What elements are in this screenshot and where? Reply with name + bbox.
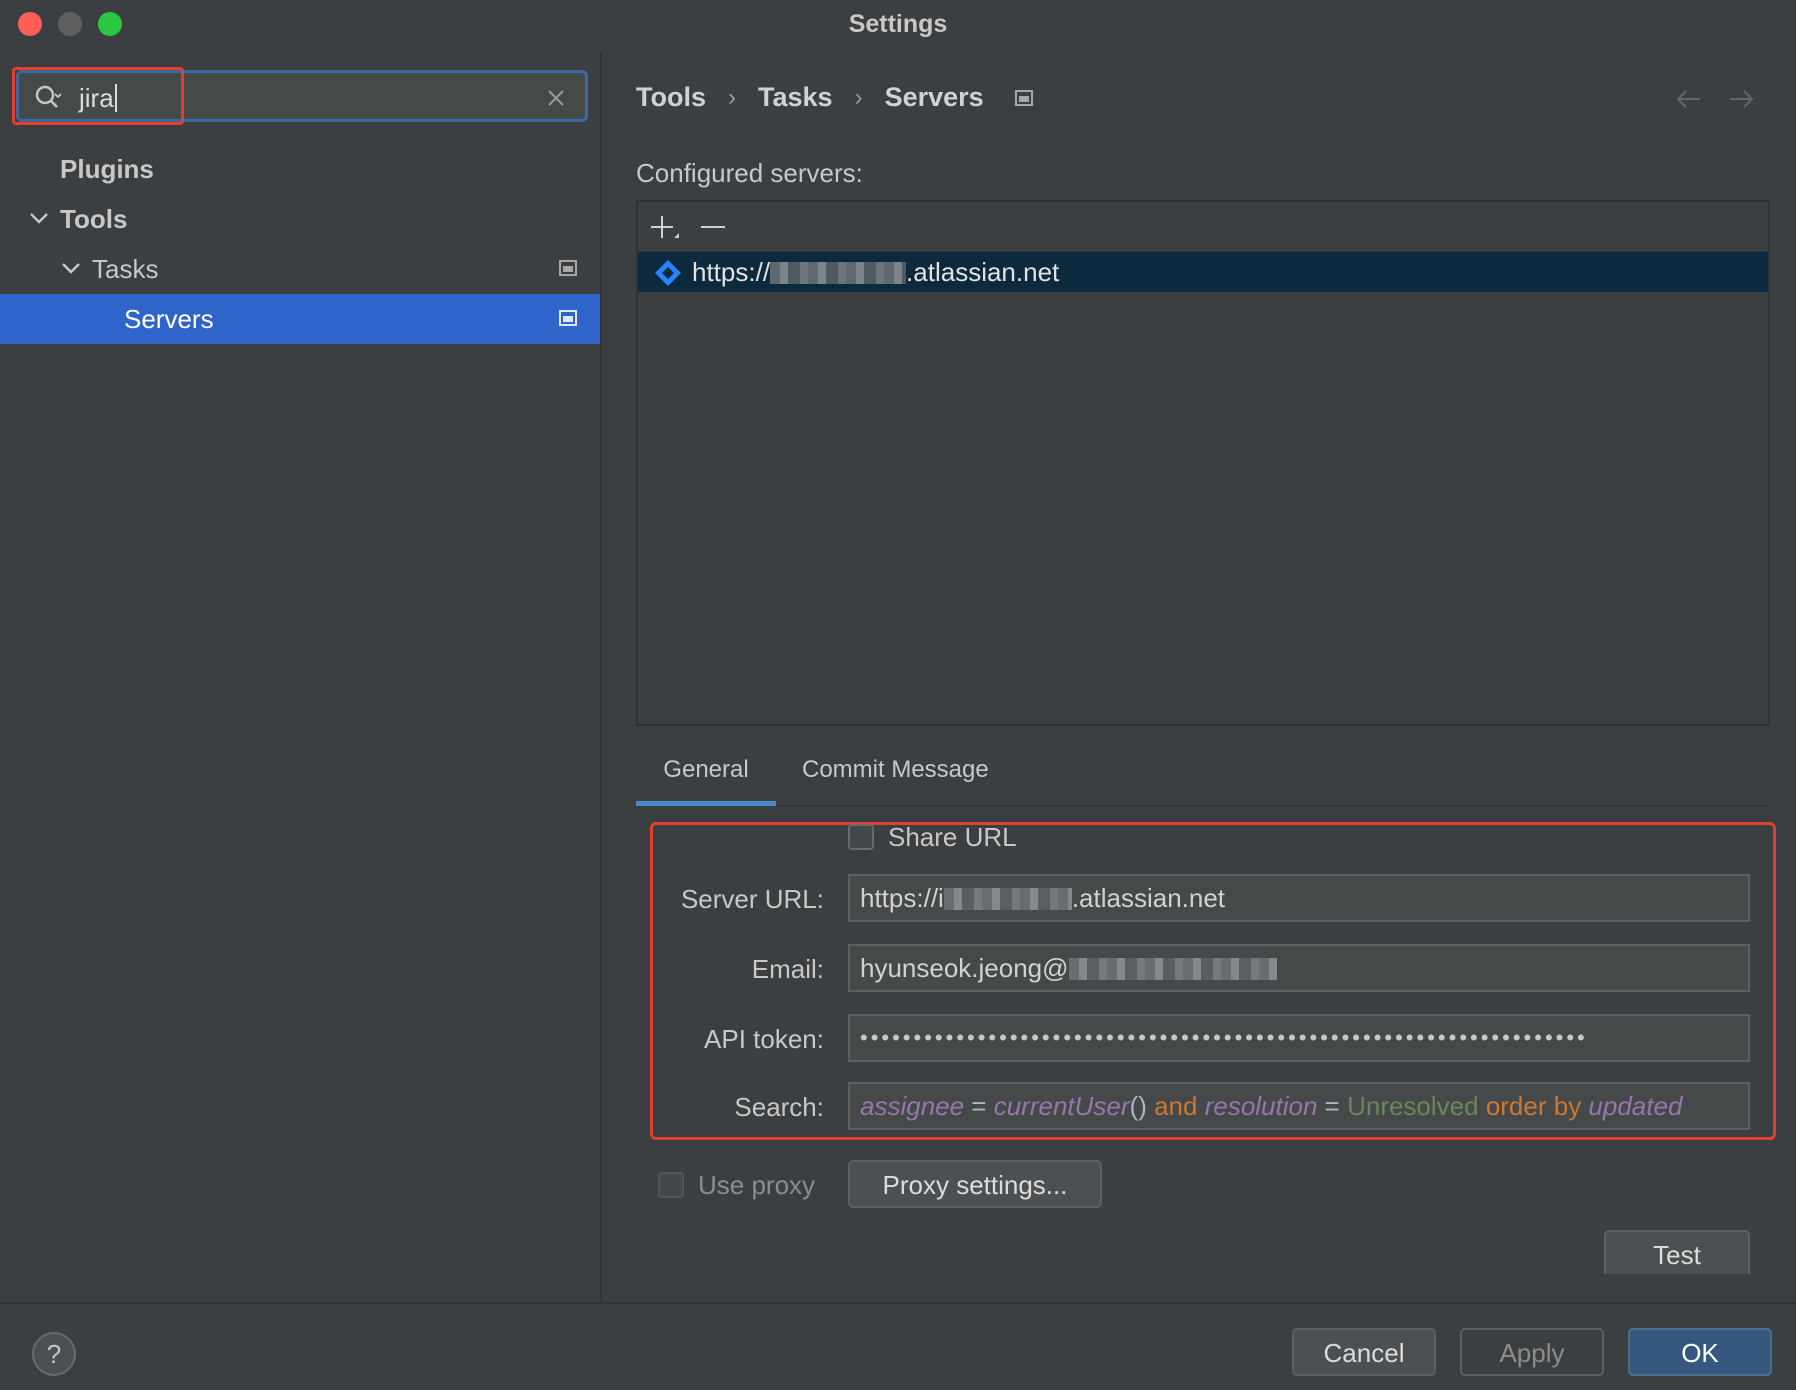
use-proxy-checkbox[interactable] [658,1172,684,1198]
search-query-label: Search: [734,1092,824,1122]
api-token-label: API token: [704,1024,824,1054]
settings-search-input[interactable]: jira [16,70,588,122]
title-bar: Settings [0,0,1796,52]
share-url-checkbox[interactable] [848,824,874,850]
use-proxy-label: Use proxy [698,1170,816,1200]
search-value: jira [79,83,117,114]
breadcrumb-item[interactable]: Tools [636,82,706,113]
proxy-settings-button[interactable]: Proxy settings... [848,1160,1102,1208]
sidebar-item-label: Tasks [92,254,159,284]
sidebar-item-tools[interactable]: Tools [0,194,600,244]
forward-arrow-icon[interactable] [1726,84,1756,114]
server-url-text: https://.atlassian.net [692,257,1060,287]
add-server-icon[interactable] [648,212,680,244]
tab-commit-message[interactable]: Commit Message [802,756,989,806]
settings-content: Tools › Tasks › Servers Configured serve… [604,52,1796,1302]
project-settings-icon [1014,89,1033,106]
chevron-down-icon[interactable] [60,257,82,279]
servers-list: https://.atlassian.net [636,200,1770,726]
chevron-down-icon[interactable] [28,207,50,229]
jira-icon [655,260,681,286]
sidebar-item-label: Plugins [60,154,154,184]
ok-button[interactable]: OK [1628,1328,1772,1376]
share-url-label: Share URL [888,822,1017,852]
breadcrumb-item: Servers [884,82,984,112]
project-settings-icon [559,310,577,326]
window-title: Settings [848,10,948,38]
server-url-label: Server URL: [680,884,824,914]
dialog-footer: ? Cancel Apply OK [0,1302,1796,1390]
settings-sidebar: jira Plugins Tools Tasks Servers [0,52,602,1302]
sidebar-item-tasks[interactable]: Tasks [0,244,600,294]
email-label: Email: [751,954,824,984]
project-settings-icon [559,260,577,276]
clear-search-icon[interactable] [543,85,569,111]
server-url-input[interactable]: https://i .atlassian.net [848,874,1750,922]
cancel-button[interactable]: Cancel [1292,1328,1436,1376]
email-input[interactable]: hyunseok.jeong@ [848,944,1750,992]
servers-toolbar [638,202,1768,252]
apply-button[interactable]: Apply [1460,1328,1604,1376]
search-query-input[interactable]: assignee = currentUser() and resolution … [848,1082,1750,1130]
sidebar-item-label: Servers [124,304,214,334]
back-arrow-icon[interactable] [1674,84,1704,114]
search-icon [35,85,62,108]
test-connection-button[interactable]: Test [1604,1230,1750,1274]
sidebar-item-servers[interactable]: Servers [0,294,600,344]
server-tabs: General Commit Message [636,746,1770,806]
breadcrumb-item[interactable]: Tasks [758,82,833,113]
sidebar-item-label: Tools [60,204,128,234]
breadcrumb-separator-icon: › [854,83,863,111]
help-button[interactable]: ? [32,1332,76,1376]
configured-servers-label: Configured servers: [636,158,863,188]
remove-server-icon[interactable] [698,212,730,244]
sidebar-item-plugins[interactable]: Plugins [0,144,600,194]
history-navigation [1674,84,1756,114]
breadcrumb-separator-icon: › [728,83,736,111]
tab-general[interactable]: General [636,756,776,806]
breadcrumb: Tools › Tasks › Servers [636,82,1034,113]
api-token-input[interactable]: ••••••••••••••••••••••••••••••••••••••••… [848,1014,1750,1062]
server-list-item[interactable]: https://.atlassian.net [638,252,1768,292]
